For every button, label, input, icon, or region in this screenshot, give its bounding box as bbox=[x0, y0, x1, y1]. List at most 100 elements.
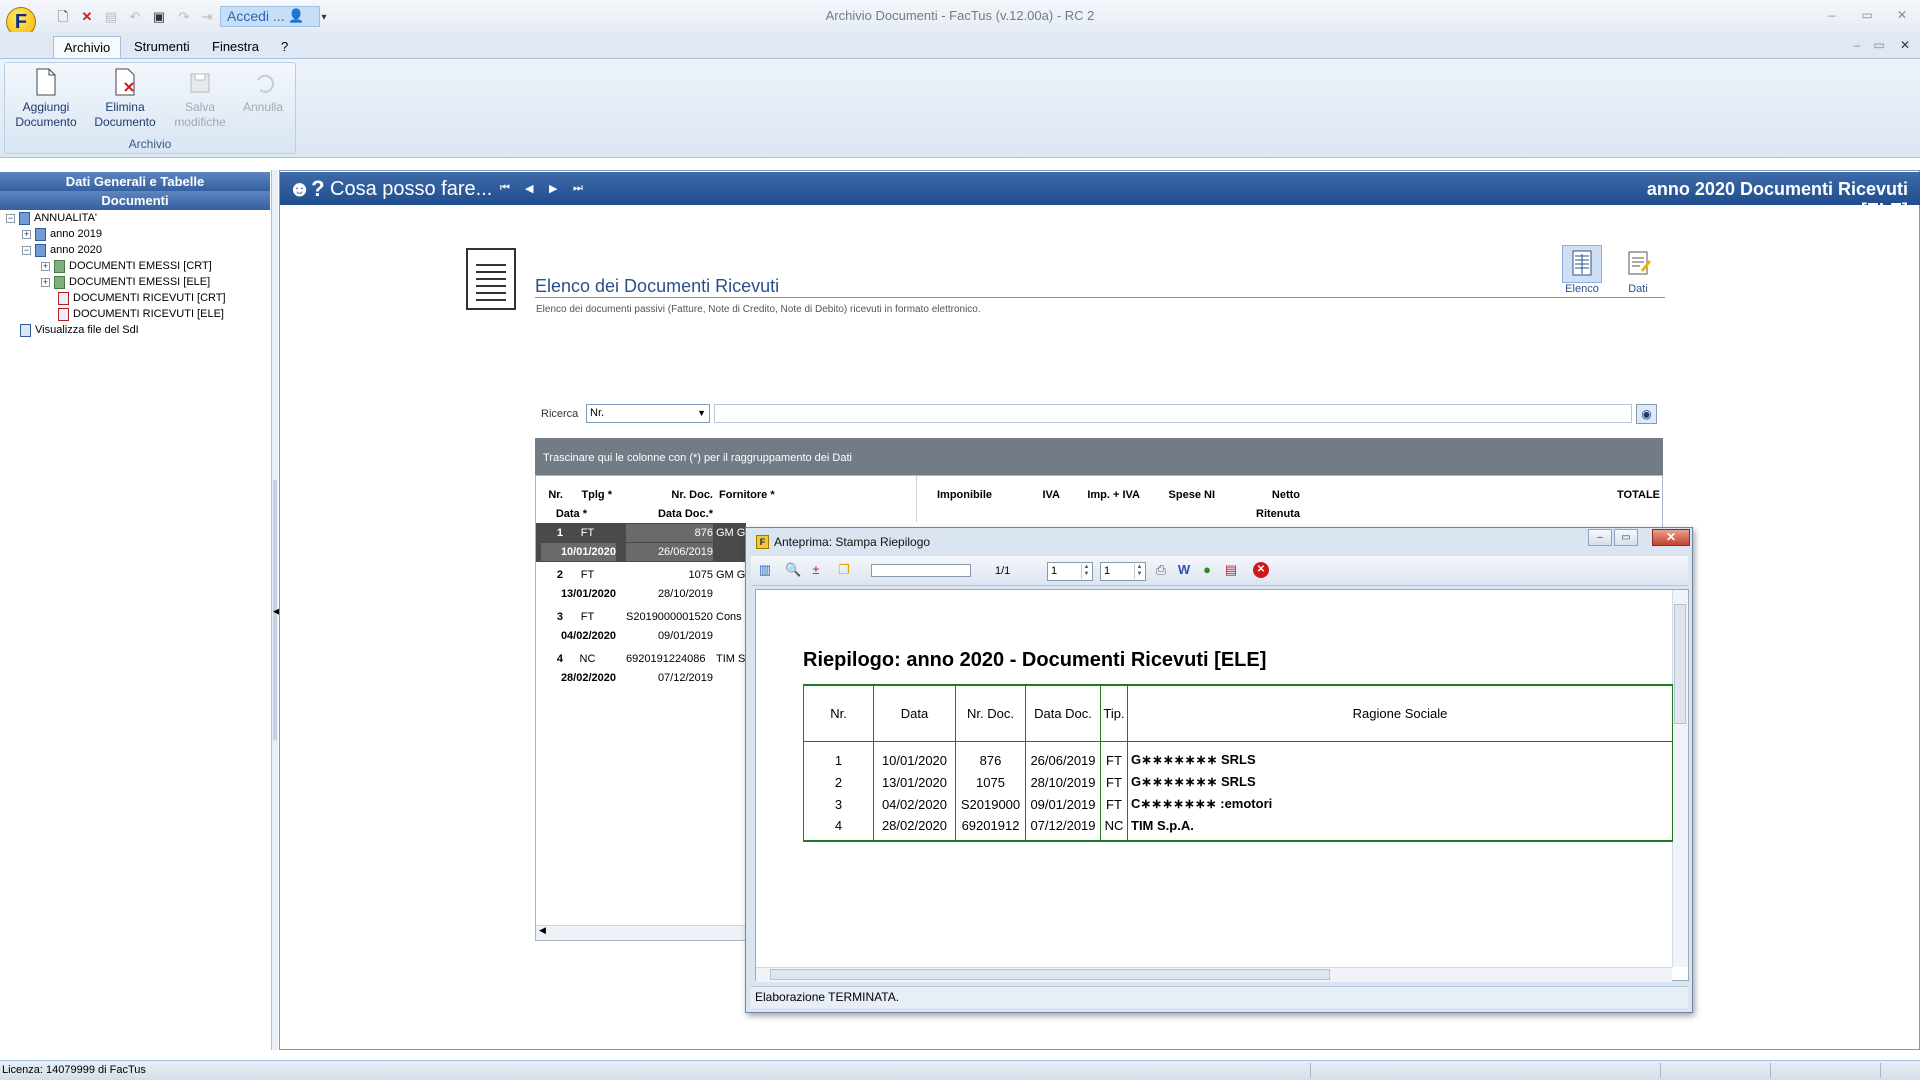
expand-icon[interactable]: + bbox=[22, 229, 31, 239]
col-ritenuta[interactable]: Ritenuta bbox=[1230, 508, 1300, 520]
exit-icon: ⇥ bbox=[201, 9, 213, 24]
col-imponibile[interactable]: Imponibile bbox=[920, 489, 992, 501]
tree-item-label: DOCUMENTI EMESSI [ELE] bbox=[69, 276, 211, 288]
previous-record-icon[interactable]: ◀ bbox=[525, 182, 533, 195]
close-window-icon[interactable]: ✕ bbox=[1892, 8, 1912, 22]
pdf-export-icon[interactable]: ▤ bbox=[1223, 562, 1239, 578]
cell-fornitore: GM G bbox=[716, 527, 746, 539]
scroll-left-icon[interactable]: ◀ bbox=[539, 925, 546, 936]
received-document-icon bbox=[58, 291, 69, 305]
collapse-icon[interactable]: − bbox=[22, 245, 31, 255]
view-elenco-button[interactable]: Elenco bbox=[1560, 245, 1604, 295]
view-dati-button[interactable]: Dati bbox=[1616, 245, 1660, 295]
dialog-minimize-icon[interactable]: – bbox=[1588, 529, 1612, 546]
report-col-data: Data bbox=[873, 684, 956, 742]
print-preview-icon[interactable]: ▣ bbox=[151, 9, 167, 25]
mdi-close-icon[interactable]: ✕ bbox=[1895, 38, 1915, 52]
tree-item-ricevuti-crt[interactable]: DOCUMENTI RICEVUTI [CRT] bbox=[58, 290, 226, 306]
tab-finestra[interactable]: Finestra bbox=[202, 36, 269, 58]
report-cell: FT bbox=[1100, 793, 1128, 815]
user-icon[interactable]: 👤 bbox=[288, 8, 304, 24]
accedi-button[interactable]: Accedi ... bbox=[220, 6, 320, 27]
document-icon bbox=[36, 68, 56, 96]
word-export-icon[interactable]: W bbox=[1176, 562, 1192, 578]
first-record-icon[interactable]: ⏮ bbox=[500, 182, 510, 195]
col-nr-doc[interactable]: Nr. Doc. bbox=[630, 489, 713, 501]
tree-item-emessi-crt[interactable]: + DOCUMENTI EMESSI [CRT] bbox=[41, 258, 212, 274]
undo-icon: ↶ bbox=[129, 9, 141, 24]
web-export-icon[interactable]: ● bbox=[1199, 562, 1215, 578]
tree-item-label: Visualizza file del SdI bbox=[35, 324, 139, 336]
page-from-stepper[interactable]: 1 ▲ ▼ bbox=[1047, 562, 1093, 581]
tree-item-anno-2019[interactable]: + anno 2019 bbox=[22, 226, 102, 242]
thumbnails-icon[interactable]: ▥ bbox=[757, 562, 773, 578]
zoom-icon[interactable]: 🔍 bbox=[785, 562, 801, 578]
new-icon[interactable]: 🗋 bbox=[55, 9, 71, 25]
tree-item-anno-2020[interactable]: − anno 2020 bbox=[22, 242, 102, 258]
tab-archivio[interactable]: Archivio bbox=[53, 36, 122, 58]
dialog-maximize-icon[interactable]: ▭ bbox=[1614, 529, 1638, 546]
tree-item-label: DOCUMENTI RICEVUTI [CRT] bbox=[73, 292, 226, 304]
minimize-icon[interactable]: – bbox=[1822, 8, 1842, 22]
section-documenti[interactable]: Documenti bbox=[0, 191, 270, 210]
cell-tplg: FT bbox=[580, 569, 595, 581]
report-title: Riepilogo: anno 2020 - Documenti Ricevut… bbox=[803, 649, 1267, 671]
vertical-scroll-thumb[interactable] bbox=[1674, 604, 1686, 724]
page-to-stepper[interactable]: 1 ▲ ▼ bbox=[1100, 562, 1146, 581]
maximize-icon[interactable]: ▭ bbox=[1857, 8, 1877, 22]
search-input[interactable] bbox=[714, 404, 1632, 423]
qat-customize-icon[interactable]: ▾ bbox=[316, 10, 332, 26]
col-spese-ni[interactable]: Spese NI bbox=[1150, 489, 1215, 501]
col-data-doc[interactable]: Data Doc.* bbox=[630, 508, 713, 520]
tab-help[interactable]: ? bbox=[271, 36, 298, 58]
tree-item-ricevuti-ele[interactable]: DOCUMENTI RICEVUTI [ELE] bbox=[58, 306, 224, 322]
report-cell: 26/06/2019 bbox=[1025, 741, 1101, 771]
next-record-icon[interactable]: ▶ bbox=[549, 182, 557, 195]
cell-data: 04/02/2020 bbox=[560, 630, 616, 642]
col-iva[interactable]: IVA bbox=[1000, 489, 1060, 501]
tree-item-annualita[interactable]: − ANNUALITA' bbox=[6, 210, 97, 226]
cancel-label: Annulla bbox=[242, 100, 284, 114]
zoom-out-icon[interactable]: ± bbox=[808, 562, 824, 578]
col-totale[interactable]: TOTALE bbox=[1560, 489, 1660, 501]
search-field-select[interactable]: Nr. ▼ bbox=[586, 404, 710, 423]
add-document-button[interactable]: Aggiungi Documento bbox=[11, 68, 81, 130]
help-link[interactable]: Cosa posso fare... bbox=[330, 178, 492, 201]
page-title: Elenco dei Documenti Ricevuti bbox=[535, 276, 780, 296]
col-nr[interactable]: Nr. bbox=[545, 489, 563, 501]
col-data[interactable]: Data * bbox=[545, 508, 587, 520]
delete-icon[interactable]: ✕ bbox=[79, 9, 95, 25]
section-dati-generali[interactable]: Dati Generali e Tabelle bbox=[0, 172, 270, 191]
col-netto[interactable]: Netto bbox=[1230, 489, 1300, 501]
mdi-minimize-icon[interactable]: – bbox=[1847, 38, 1867, 52]
col-tplg[interactable]: Tplg * bbox=[570, 489, 612, 501]
mdi-restore-icon[interactable]: ▭ bbox=[1869, 38, 1889, 52]
tree-item-emessi-ele[interactable]: + DOCUMENTI EMESSI [ELE] bbox=[41, 274, 210, 290]
dialog-close-button[interactable]: ✕ bbox=[1652, 529, 1690, 546]
last-record-icon[interactable]: ⏭ bbox=[573, 182, 583, 195]
cell-datadoc: 28/10/2019 bbox=[657, 588, 713, 600]
print-icon[interactable]: ⎙ bbox=[1153, 562, 1169, 578]
collapse-icon[interactable]: − bbox=[6, 213, 15, 223]
expand-icon[interactable]: + bbox=[41, 261, 50, 271]
col-fornitore[interactable]: Fornitore * bbox=[719, 489, 775, 501]
group-by-panel[interactable]: Trascinare qui le colonne con (*) per il… bbox=[535, 438, 1663, 475]
report-cell: G∗∗∗∗∗∗∗ SRLS bbox=[1127, 771, 1673, 793]
tree-item-file-sdi[interactable]: Visualizza file del SdI bbox=[20, 322, 139, 338]
binoculars-icon[interactable]: ◉ bbox=[1636, 404, 1657, 424]
help-people-icon[interactable]: ☻? bbox=[288, 176, 325, 202]
spin-arrows-icon[interactable]: ▲ ▼ bbox=[1081, 564, 1091, 579]
page-counter: 1/1 bbox=[995, 565, 1011, 577]
horizontal-scroll-thumb[interactable] bbox=[770, 969, 1330, 980]
grid-horizontal-scrollbar[interactable] bbox=[536, 925, 746, 940]
report-cell: 876 bbox=[955, 741, 1026, 771]
stop-icon[interactable]: ✕ bbox=[1253, 562, 1269, 578]
cell-nr: 2 bbox=[556, 569, 563, 581]
delete-document-button[interactable]: Elimina Documento bbox=[90, 68, 160, 130]
spin-arrows-icon[interactable]: ▲ ▼ bbox=[1134, 564, 1144, 579]
expand-icon[interactable]: + bbox=[41, 277, 50, 287]
copy-icon[interactable]: ❐ bbox=[836, 562, 852, 578]
edit-form-icon bbox=[1618, 245, 1658, 283]
tab-strumenti[interactable]: Strumenti bbox=[124, 36, 200, 58]
col-imp-iva[interactable]: Imp. + IVA bbox=[1070, 489, 1140, 501]
